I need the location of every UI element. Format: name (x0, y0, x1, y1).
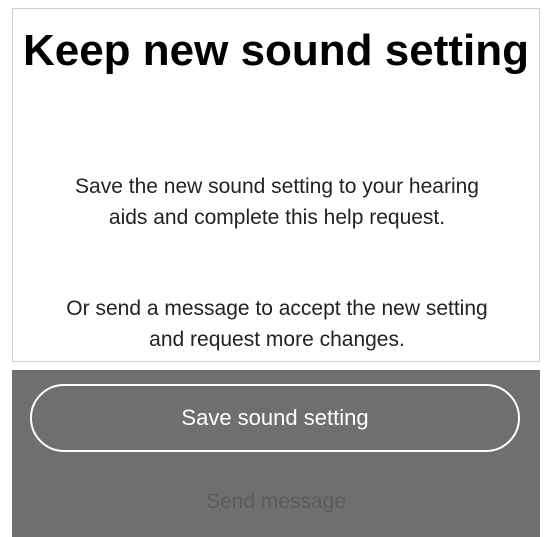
message-card: Keep new sound setting Save the new soun… (12, 8, 540, 362)
send-message-button[interactable]: Send message (12, 482, 540, 522)
action-panel: Save sound setting Send message (12, 370, 540, 537)
save-description: Save the new sound setting to your heari… (75, 175, 479, 229)
page-title: Keep new sound setting (22, 26, 530, 75)
message-description: Or send a message to accept the new sett… (66, 297, 488, 351)
keep-sound-setting-screen: Keep new sound setting Save the new soun… (0, 0, 546, 537)
save-sound-setting-button[interactable]: Save sound setting (30, 384, 520, 452)
